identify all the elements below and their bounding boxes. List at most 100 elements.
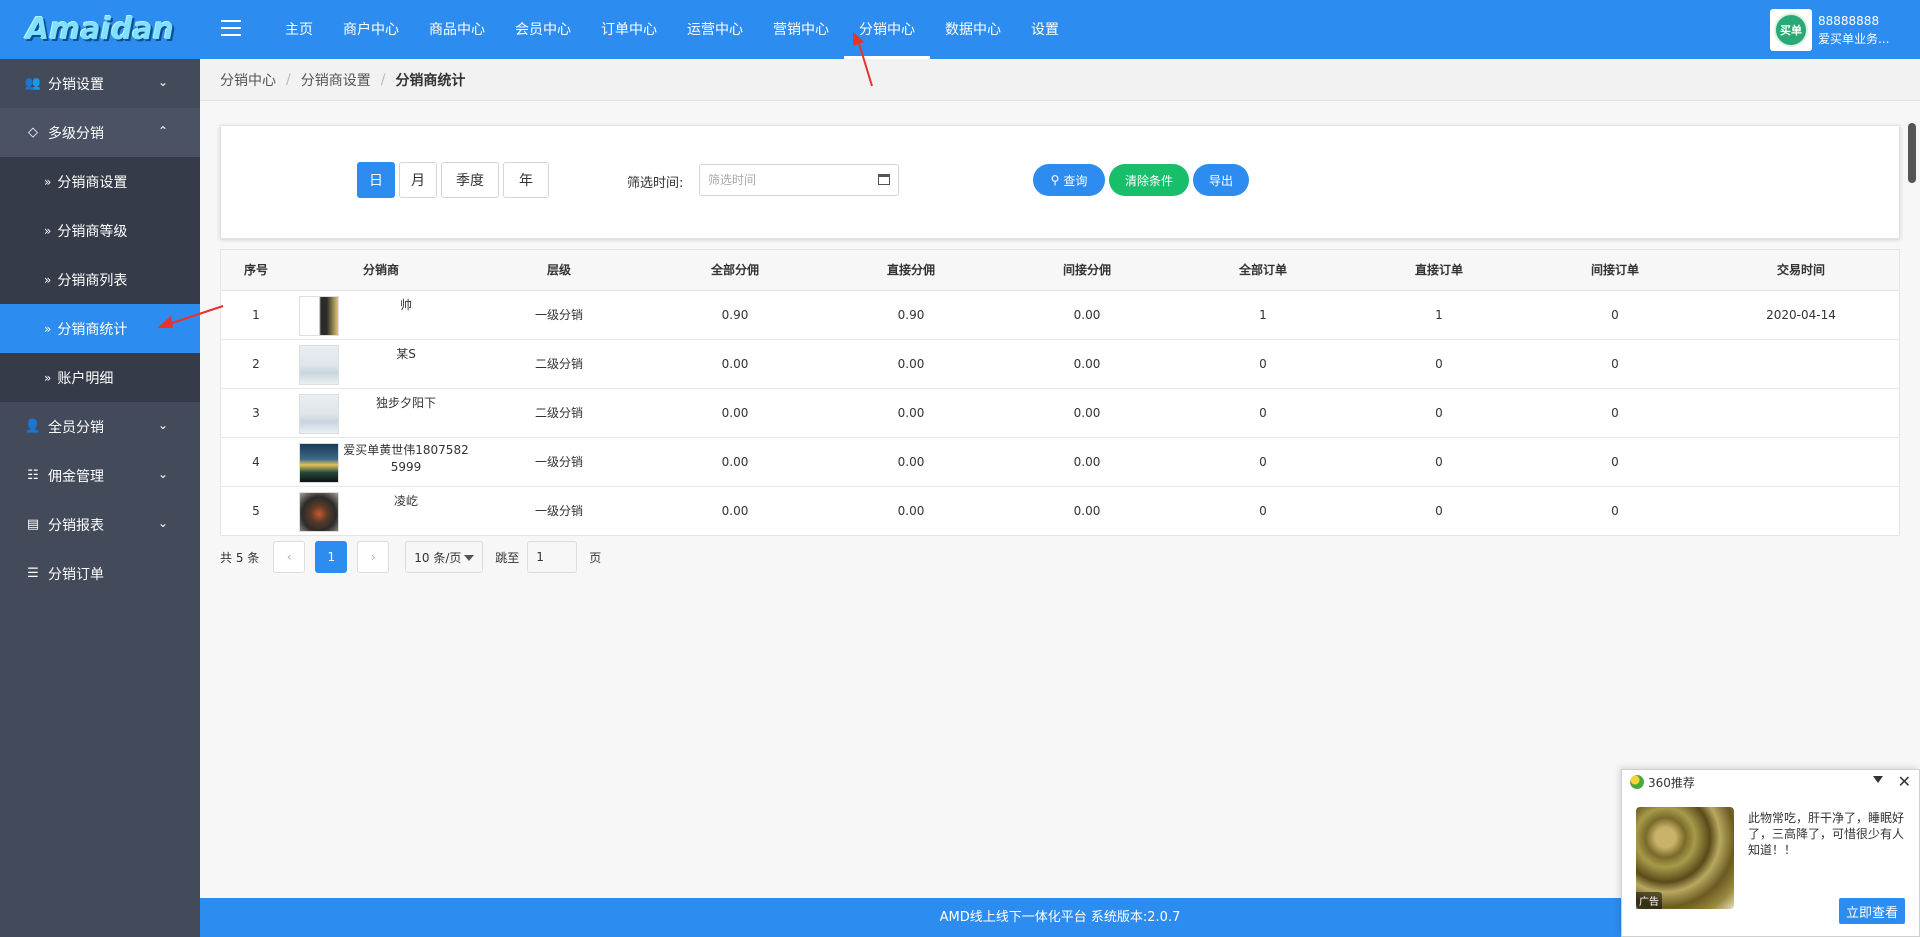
nav-item-goods[interactable]: 商品中心 xyxy=(414,0,500,59)
nav-item-distribution[interactable]: 分销中心 xyxy=(844,0,930,59)
sidebar-subitem-distributor-list[interactable]: » 分销商列表 xyxy=(0,255,200,304)
table-row: 1 帅 一级分销 0.90 0.90 0.00 1 1 0 2020-04-14 xyxy=(221,290,1899,340)
ad-popup: 360推荐 ✕ 广告 此物常吃，肝干净了，睡眠好了，三高降了，可惜很少有人知道！… xyxy=(1621,769,1920,937)
pagination: 共 5 条 ‹ 1 › 10 条/页 跳至 1 页 xyxy=(220,541,601,573)
sidebar-item-orders[interactable]: ☰ 分销订单 xyxy=(0,549,200,598)
cell-total-orders: 0 xyxy=(1175,437,1351,487)
period-tab-quarter[interactable]: 季度 xyxy=(441,162,499,198)
page-size-select[interactable]: 10 条/页 xyxy=(405,541,484,573)
period-tab-month[interactable]: 月 xyxy=(399,162,437,198)
breadcrumb-item[interactable]: 分销商设置 xyxy=(301,70,371,90)
double-chevron-icon: » xyxy=(44,174,52,189)
popup-collapse-icon[interactable] xyxy=(1873,776,1883,783)
cell-distributor: 爱买单黄世伟18075825999 xyxy=(291,437,471,487)
report-icon: ▤ xyxy=(26,517,40,532)
sidebar-item-label: 多级分销 xyxy=(48,125,104,142)
popup-view-button[interactable]: 立即查看 xyxy=(1839,898,1905,924)
nav-item-order[interactable]: 订单中心 xyxy=(586,0,672,59)
pagination-prev-button[interactable]: ‹ xyxy=(273,541,306,573)
sidebar-item-distribution-settings[interactable]: 👥 分销设置 ⌄ xyxy=(0,59,200,108)
col-header: 全部订单 xyxy=(1175,250,1351,291)
breadcrumb-separator: / xyxy=(380,71,386,88)
sidebar-submenu: » 分销商设置 » 分销商等级 » 分销商列表 » 分销商统计 » 账户明细 xyxy=(0,157,200,402)
cell-total-commission: 0.00 xyxy=(647,437,823,487)
table-row: 5 凌屹 一级分销 0.00 0.00 0.00 0 0 0 xyxy=(221,486,1899,535)
cell-indirect-commission: 0.00 xyxy=(999,437,1175,487)
period-tab-year[interactable]: 年 xyxy=(503,162,549,198)
popup-ad-text[interactable]: 此物常吃，肝干净了，睡眠好了，三高降了，可惜很少有人知道！！ xyxy=(1748,810,1913,858)
cell-indirect-orders: 0 xyxy=(1527,339,1703,389)
distributor-name: 某S xyxy=(396,346,416,361)
cell-level: 一级分销 xyxy=(471,437,647,487)
page-suffix-label: 页 xyxy=(589,550,602,565)
cell-index: 4 xyxy=(221,437,291,487)
sidebar-item-commission[interactable]: ☷ 佣金管理 ⌄ xyxy=(0,451,200,500)
nav-item-data[interactable]: 数据中心 xyxy=(930,0,1016,59)
sidebar-subitem-distributor-settings[interactable]: » 分销商设置 xyxy=(0,157,200,206)
sidebar-subitem-label: 分销商等级 xyxy=(57,223,128,240)
cell-direct-orders: 1 xyxy=(1351,290,1527,340)
popup-ad-image[interactable]: 广告 xyxy=(1636,807,1734,909)
nav-item-settings[interactable]: 设置 xyxy=(1016,0,1074,59)
cell-total-orders: 1 xyxy=(1175,290,1351,340)
pagination-next-button[interactable]: › xyxy=(357,541,390,573)
cell-total-commission: 0.00 xyxy=(647,339,823,389)
jump-page-input[interactable]: 1 xyxy=(527,541,578,573)
time-filter-input[interactable]: 筛选时间 xyxy=(699,164,899,196)
clear-filter-button[interactable]: 清除条件 xyxy=(1109,164,1189,196)
cell-indirect-orders: 0 xyxy=(1527,388,1703,438)
nav-item-merchant[interactable]: 商户中心 xyxy=(328,0,414,59)
cell-indirect-commission: 0.00 xyxy=(999,388,1175,438)
double-chevron-icon: » xyxy=(44,321,52,336)
nav-item-member[interactable]: 会员中心 xyxy=(500,0,586,59)
cell-level: 二级分销 xyxy=(471,339,647,389)
pagination-total: 共 5 条 xyxy=(220,550,260,565)
popup-close-icon[interactable]: ✕ xyxy=(1898,772,1911,791)
cell-distributor: 凌屹 xyxy=(291,486,471,535)
cell-level: 二级分销 xyxy=(471,388,647,438)
chevron-down-icon: ⌄ xyxy=(157,418,168,432)
user-icon: 👤 xyxy=(24,419,42,434)
cell-indirect-orders: 0 xyxy=(1611,503,1619,518)
sidebar-item-label: 佣金管理 xyxy=(48,468,104,485)
col-header: 交易时间 xyxy=(1703,250,1899,291)
sidebar-item-all-staff[interactable]: 👤 全员分销 ⌄ xyxy=(0,402,200,451)
user-menu[interactable]: 买单 88888888 爱买单业务... xyxy=(1770,9,1889,51)
col-header: 间接分佣 xyxy=(999,250,1175,291)
nav-item-operation[interactable]: 运营中心 xyxy=(672,0,758,59)
distributor-name: 帅 xyxy=(399,297,412,312)
cell-total-commission: 0.00 xyxy=(647,388,823,438)
sidebar-item-multi-level[interactable]: ◇ 多级分销 ⌃ xyxy=(0,108,200,157)
caret-down-icon xyxy=(464,555,475,561)
export-button[interactable]: 导出 xyxy=(1193,164,1249,196)
cell-index: 3 xyxy=(221,388,291,438)
sidebar-item-report[interactable]: ▤ 分销报表 ⌄ xyxy=(0,500,200,549)
breadcrumb-item[interactable]: 分销中心 xyxy=(220,70,276,90)
sidebar-subitem-label: 分销商设置 xyxy=(57,174,128,191)
cell-index: 2 xyxy=(221,339,291,389)
scrollbar-thumb[interactable] xyxy=(1908,123,1916,183)
cell-direct-commission: 0.00 xyxy=(823,388,999,438)
pagination-page-button[interactable]: 1 xyxy=(315,541,348,573)
cell-direct-orders: 0 xyxy=(1351,339,1527,389)
cell-total-orders: 0 xyxy=(1175,388,1351,438)
brand-logo[interactable]: Amaidan xyxy=(0,0,200,59)
menu-toggle-icon[interactable] xyxy=(221,20,241,36)
double-chevron-icon: » xyxy=(44,272,52,287)
nav-item-marketing[interactable]: 营销中心 xyxy=(758,0,844,59)
top-header: Amaidan 主页 商户中心 商品中心 会员中心 订单中心 运营中心 营销中心… xyxy=(0,0,1920,59)
table-row: 4 爱买单黄世伟18075825999 一级分销 0.00 0.00 0.00 … xyxy=(221,437,1899,487)
period-tab-day[interactable]: 日 xyxy=(357,162,395,198)
distributor-avatar xyxy=(299,491,339,532)
nav-item-home[interactable]: 主页 xyxy=(270,0,328,59)
distributor-avatar xyxy=(299,442,339,483)
cell-trade-time xyxy=(1703,437,1899,487)
search-icon: ⚲ xyxy=(1050,173,1060,187)
sidebar-subitem-distributor-level[interactable]: » 分销商等级 xyxy=(0,206,200,255)
sidebar-subitem-distributor-stats[interactable]: » 分销商统计 xyxy=(0,304,200,353)
query-button[interactable]: ⚲ 查询 xyxy=(1033,164,1105,196)
sidebar-item-label: 全员分销 xyxy=(48,419,104,436)
query-button-label: 查询 xyxy=(1063,173,1088,188)
cell-direct-commission: 0.00 xyxy=(897,503,925,518)
sidebar-subitem-account-detail[interactable]: » 账户明细 xyxy=(0,353,200,402)
